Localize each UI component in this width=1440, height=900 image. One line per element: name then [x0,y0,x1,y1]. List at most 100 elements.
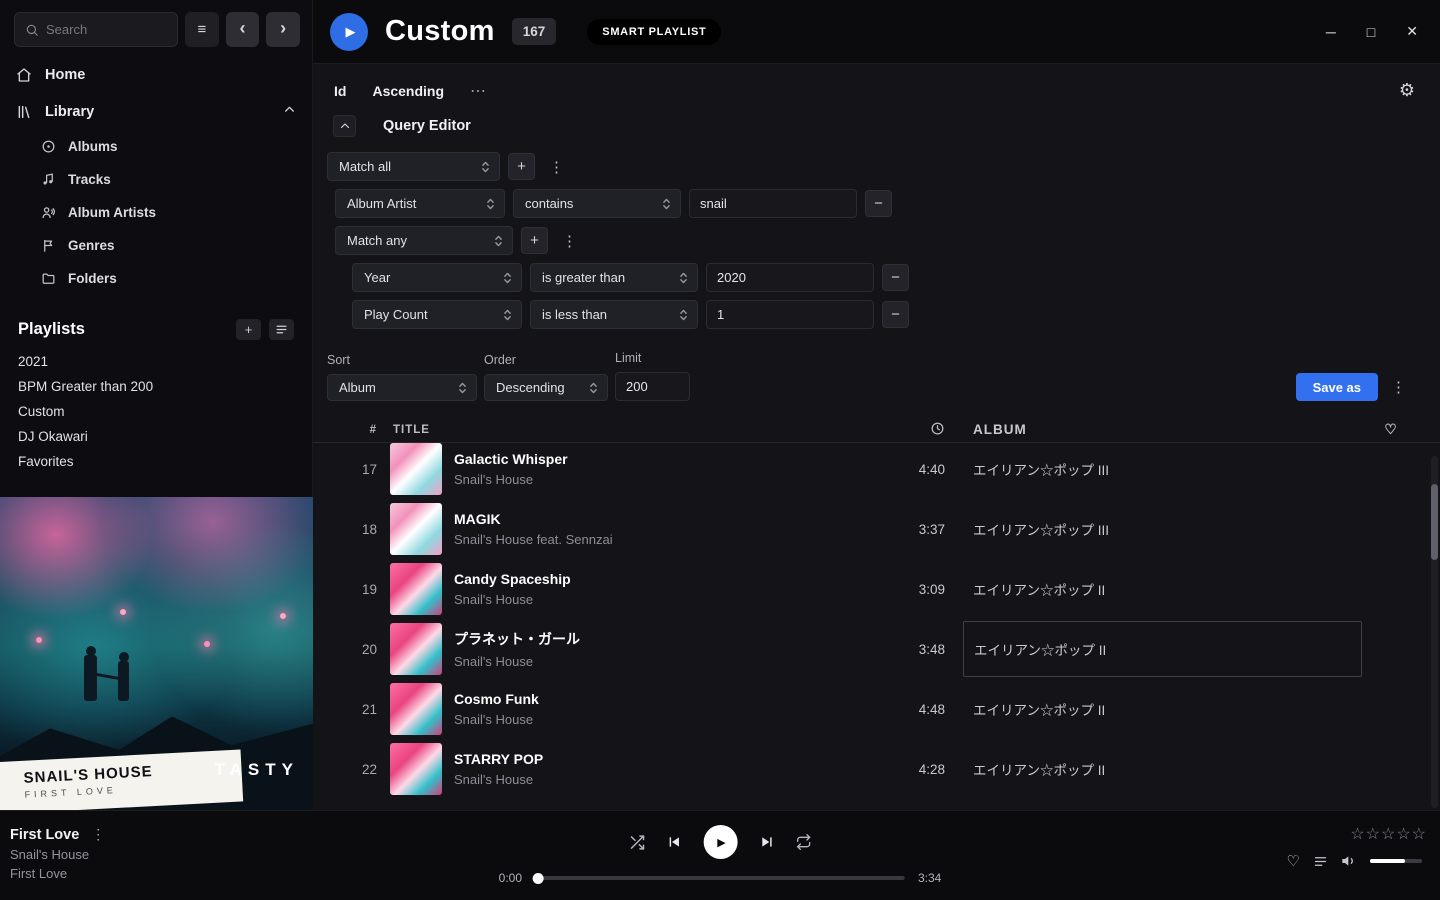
save-menu-button[interactable]: ⋮ [1385,376,1412,398]
track-artist[interactable]: Snail's House [454,654,580,669]
sidebar-item-albums[interactable]: Albums [0,130,312,163]
sidebar-item-tracks[interactable]: Tracks [0,163,312,196]
track-title[interactable]: プラネット・ガール [454,629,580,649]
track-artist[interactable]: Snail's House [454,712,539,727]
rule-group-menu-button[interactable]: ⋮ [543,156,570,178]
settings-button[interactable]: ⚙ [1399,80,1415,101]
column-header-index[interactable]: # [327,424,385,436]
sidebar-item-library[interactable]: Library [0,93,312,130]
rule-field-select[interactable]: Play Count [352,300,522,329]
seek-handle[interactable] [533,873,544,884]
remove-rule-button[interactable]: − [865,190,892,217]
sort-direction-control[interactable]: Ascending [372,83,444,99]
scrollbar-thumb[interactable] [1431,484,1438,560]
column-header-album[interactable]: ALBUM [945,422,1362,437]
rule-field-select[interactable]: Year [352,263,522,292]
chevron-up-icon[interactable] [283,103,296,120]
track-album[interactable]: エイリアン☆ポップ II [945,699,1362,719]
playlist-item[interactable]: DJ Okawari [0,424,312,449]
sidebar-item-album-artists[interactable]: Album Artists [0,196,312,229]
limit-input[interactable] [615,372,690,401]
playlist-item[interactable]: Custom [0,399,312,424]
star-icon[interactable]: ☆ [1350,824,1364,844]
track-album[interactable]: エイリアン☆ポップ II [945,759,1362,779]
menu-button[interactable]: ≡ [185,12,219,47]
playlist-list-button[interactable] [269,319,294,340]
star-icon[interactable]: ☆ [1396,824,1410,844]
rule-operator-select[interactable]: is greater than [530,263,698,292]
track-artist[interactable]: Snail's House feat. Sennzai [454,532,613,547]
back-button[interactable]: ‹ [226,12,260,47]
table-row[interactable]: 21 Cosmo Funk Snail's House 4:48 エイリアン☆ポ… [313,679,1440,739]
track-title[interactable]: Candy Spaceship [454,571,571,587]
search-box[interactable] [14,12,178,47]
track-artist[interactable]: Snail's House [454,472,568,487]
rule-operator-select[interactable]: contains [513,189,681,218]
rule-value-input[interactable] [706,300,874,329]
collapse-query-editor-button[interactable] [333,115,356,137]
favorite-button[interactable]: ♡ [1287,852,1300,870]
track-title[interactable]: STARRY POP [454,751,543,767]
column-header-title[interactable]: TITLE [385,424,853,436]
remove-rule-button[interactable]: − [882,301,909,328]
sidebar-item-genres[interactable]: Genres [0,229,312,262]
column-header-duration[interactable] [853,421,945,439]
volume-slider[interactable] [1370,859,1422,863]
remove-rule-button[interactable]: − [882,264,909,291]
track-title[interactable]: Cosmo Funk [454,691,539,707]
sidebar-item-folders[interactable]: Folders [0,262,312,295]
rule-value-input[interactable] [706,263,874,292]
now-playing-artist[interactable]: Snail's House [10,847,105,862]
scrollbar-track[interactable] [1431,456,1438,808]
track-title[interactable]: MAGIK [454,511,613,527]
track-artist[interactable]: Snail's House [454,772,543,787]
shuffle-button[interactable] [629,834,646,851]
volume-button[interactable] [1341,853,1357,869]
repeat-button[interactable] [796,834,812,850]
track-album[interactable]: エイリアン☆ポップ III [945,519,1362,539]
maximize-button[interactable]: □ [1367,24,1375,40]
add-playlist-button[interactable]: + [236,319,261,340]
add-group-rule-button[interactable]: + [521,227,548,254]
table-row[interactable]: 20 プラネット・ガール Snail's House 3:48 エイリアン☆ポッ… [313,619,1440,679]
sort-select[interactable]: Album [327,374,477,401]
group-match-type-select[interactable]: Match any [335,226,513,255]
rule-field-select[interactable]: Album Artist [335,189,505,218]
play-playlist-button[interactable]: ▶ [330,13,368,51]
queue-button[interactable] [1313,854,1328,869]
table-row[interactable]: 17 Galactic Whisper Snail's House 4:40 エ… [313,443,1440,499]
column-header-favorite[interactable]: ♡ [1362,421,1420,438]
close-button[interactable]: ✕ [1406,23,1418,40]
rule-value-input[interactable] [689,189,857,218]
save-as-button[interactable]: Save as [1296,373,1378,401]
sort-field-control[interactable]: Id [334,83,346,99]
forward-button[interactable]: › [266,12,300,47]
match-type-select[interactable]: Match all [327,152,500,181]
table-row[interactable]: 22 STARRY POP Snail's House 4:28 エイリアン☆ポ… [313,739,1440,799]
minimize-button[interactable]: ─ [1326,24,1336,40]
track-artist[interactable]: Snail's House [454,592,571,607]
now-playing-album[interactable]: First Love [10,866,105,881]
now-playing-title[interactable]: First Love [10,827,79,843]
track-album-focused-cell[interactable]: エイリアン☆ポップ II [963,621,1362,677]
playlist-item[interactable]: BPM Greater than 200 [0,374,312,399]
now-playing-menu-button[interactable]: ⋮ [91,826,105,843]
star-icon[interactable]: ☆ [1366,824,1380,844]
seek-bar[interactable] [535,876,905,880]
table-row[interactable]: 19 Candy Spaceship Snail's House 3:09 エイ… [313,559,1440,619]
star-icon[interactable]: ☆ [1381,824,1395,844]
more-options-icon[interactable]: ⋯ [470,81,486,101]
track-title[interactable]: Galactic Whisper [454,451,568,467]
star-icon[interactable]: ☆ [1412,824,1426,844]
add-rule-button[interactable]: + [508,153,535,180]
next-track-button[interactable] [760,834,776,850]
previous-track-button[interactable] [666,834,682,850]
playlist-item[interactable]: 2021 [0,349,312,374]
order-select[interactable]: Descending [484,374,608,401]
table-row[interactable]: 18 MAGIK Snail's House feat. Sennzai 3:3… [313,499,1440,559]
track-album[interactable]: エイリアン☆ポップ II [945,579,1362,599]
playlist-item[interactable]: Favorites [0,449,312,474]
group-menu-button[interactable]: ⋮ [556,230,583,252]
now-playing-cover-art[interactable]: SNAIL'S HOUSE FIRST LOVE TASTY [0,497,313,810]
sidebar-item-home[interactable]: Home [0,57,312,93]
